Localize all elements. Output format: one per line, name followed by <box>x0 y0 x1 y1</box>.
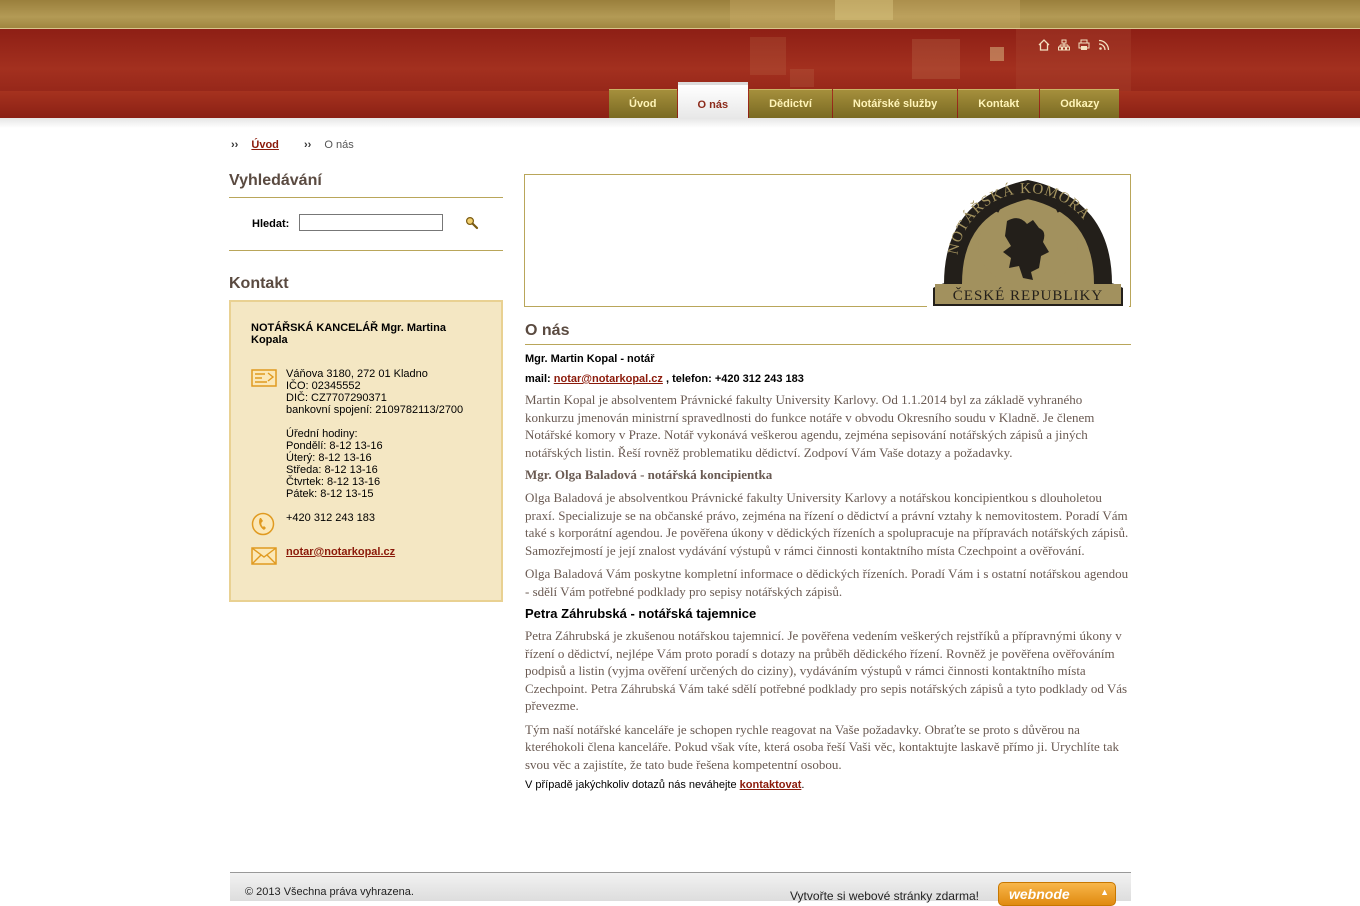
olga-bio: Olga Baladová je absolventkou Právnické … <box>525 490 1129 558</box>
tab-o-nas[interactable]: O nás <box>677 82 749 118</box>
ico-line: IČO: 02345552 <box>286 380 361 392</box>
bank-line: bankovní spojení: 2109782113/2700 <box>286 404 464 416</box>
print-icon[interactable] <box>1078 39 1090 51</box>
header-top-bar <box>0 0 1360 29</box>
page-title: O nás <box>525 322 1131 345</box>
contact-title: Kontakt <box>229 275 289 292</box>
tab-kontakt[interactable]: Kontakt <box>958 89 1040 118</box>
main-content: O nás Mgr. Martin Kopal - notář mail: no… <box>525 322 1131 791</box>
contact-phone: +420 312 243 183 <box>286 512 376 524</box>
hours-line: Středa: 8-12 13-16 <box>286 464 378 476</box>
olga-services: Olga Baladová Vám poskytne kompletní inf… <box>525 566 1129 599</box>
search-box: Hledat: <box>229 197 503 251</box>
main-nav: Úvod O nás Dědictví Notářské služby Kont… <box>609 82 1120 118</box>
phone-icon <box>251 512 275 539</box>
notary-email-link[interactable]: notar@notarkopal.cz <box>554 373 663 385</box>
contact-prompt-end: . <box>801 779 805 791</box>
tab-dedictvi[interactable]: Dědictví <box>749 89 832 118</box>
address-icon <box>251 368 277 391</box>
breadcrumb: ›› Úvod ›› O nás <box>231 139 354 151</box>
petra-bio: Petra Záhrubská je zkušenou notářskou ta… <box>525 628 1128 713</box>
dic-line: DIČ: CZ7707290371 <box>286 392 387 404</box>
header-decoration <box>750 37 786 75</box>
tab-odkazy[interactable]: Odkazy <box>1040 89 1120 118</box>
team-paragraph: Tým naší notářské kanceláře je schopen r… <box>525 721 1119 772</box>
webnode-button[interactable]: webnode ▲ <box>998 882 1116 906</box>
breadcrumb-separator: ›› <box>231 139 239 151</box>
address-line: Váňova 3180, 272 01 Kladno <box>286 368 428 380</box>
hours-title: Úřední hodiny: <box>286 428 358 440</box>
email-icon <box>251 546 277 569</box>
olga-heading: Mgr. Olga Baladová - notářská koncipient… <box>525 467 773 482</box>
rss-icon[interactable] <box>1098 39 1110 51</box>
mail-label: mail: <box>525 373 551 385</box>
hours-line: Úterý: 8-12 13-16 <box>286 452 372 464</box>
search-input[interactable] <box>299 214 443 231</box>
notary-name: Mgr. Martin Kopal - notář <box>525 353 655 365</box>
breadcrumb-home-link[interactable]: Úvod <box>251 139 279 151</box>
search-label: Hledat: <box>252 218 290 230</box>
webnode-promo-text[interactable]: Vytvořte si webové stránky zdarma! <box>790 889 979 903</box>
search-button[interactable] <box>465 216 479 230</box>
notary-phone: , telefon: +420 312 243 183 <box>665 373 804 385</box>
home-icon[interactable] <box>1038 39 1050 51</box>
contact-email-link[interactable]: notar@notarkopal.cz <box>286 546 395 558</box>
contact-prompt: V případě jakýchkoliv dotazů nás neváhej… <box>525 779 1131 791</box>
notary-contact-line: mail: notar@notarkopal.cz , telefon: +42… <box>525 373 1131 385</box>
hours-line: Čtvrtek: 8-12 13-16 <box>286 476 381 488</box>
hours-line: Pátek: 8-12 13-15 <box>286 488 374 500</box>
contact-prompt-text: V případě jakýchkoliv dotazů nás neváhej… <box>525 779 740 791</box>
sitemap-icon[interactable] <box>1058 39 1070 51</box>
header-decoration <box>835 0 893 20</box>
header-decoration <box>990 47 1004 61</box>
notary-chamber-logo: NOTÁŘSKÁ KOMORA ČESKÉ REPUBLIKY <box>927 176 1129 307</box>
hours-line: Pondělí: 8-12 13-16 <box>286 440 383 452</box>
logo-bottom-text: ČESKÉ REPUBLIKY <box>953 287 1103 304</box>
contact-box: NOTÁŘSKÁ KANCELÁŘ Mgr. Martina Kopala Vá… <box>229 300 503 602</box>
breadcrumb-current: O nás <box>324 139 354 151</box>
chevron-up-icon: ▲ <box>1100 887 1109 897</box>
contact-address: Váňova 3180, 272 01 Kladno IČO: 02345552… <box>286 368 463 500</box>
copyright: © 2013 Všechna práva vyhrazena. <box>245 886 414 898</box>
tab-uvod[interactable]: Úvod <box>609 89 677 118</box>
header-decoration <box>912 39 960 79</box>
breadcrumb-separator: ›› <box>303 139 312 151</box>
petra-heading: Petra Záhrubská - notářská tajemnice <box>525 606 757 621</box>
notary-bio: Martin Kopal je absolventem Právnické fa… <box>525 392 1095 460</box>
left-sidebar: Vyhledávání Hledat: Kontakt NOTÁŘSKÁ KAN… <box>229 172 503 602</box>
header-shadow <box>0 118 1360 128</box>
tab-notarske-sluzby[interactable]: Notářské služby <box>832 89 958 118</box>
footer: © 2013 Všechna práva vyhrazena. Vytvořte… <box>230 872 1131 906</box>
search-title: Vyhledávání <box>229 172 322 189</box>
search-icon <box>465 216 479 230</box>
header-banner: NOTÁŘSKÁ KOMORA ČESKÉ REPUBLIKY <box>524 174 1131 307</box>
office-name: NOTÁŘSKÁ KANCELÁŘ Mgr. Martina Kopala <box>251 322 446 346</box>
header-quick-links <box>1038 39 1110 51</box>
contact-link[interactable]: kontaktovat <box>740 779 802 791</box>
